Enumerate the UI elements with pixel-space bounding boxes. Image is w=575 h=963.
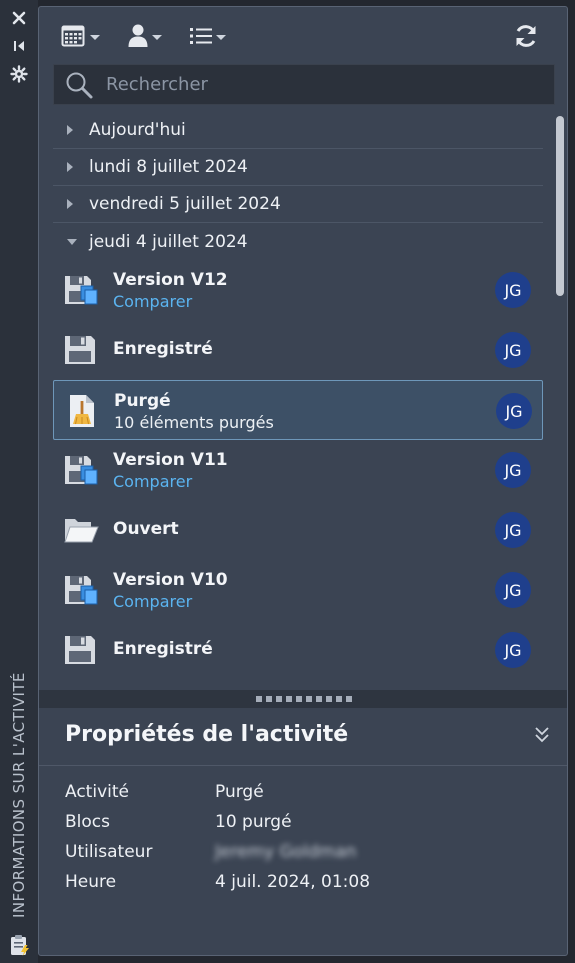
user-avatar: JG bbox=[495, 332, 531, 368]
date-group-2024-07-08[interactable]: lundi 8 juillet 2024 bbox=[53, 149, 543, 186]
date-group-2024-07-04[interactable]: jeudi 4 juillet 2024 bbox=[53, 223, 543, 260]
properties-header: Propriétés de l'activité bbox=[39, 708, 567, 766]
property-row-time: Heure 4 juil. 2024, 01:08 bbox=[65, 867, 545, 897]
property-row-user: Utilisateur Jeremy Goldman bbox=[65, 837, 545, 867]
activity-title: Enregistré bbox=[113, 639, 213, 659]
activity-list: Aujourd'hui lundi 8 juillet 2024 vendred… bbox=[39, 112, 553, 690]
property-value: Purgé bbox=[215, 782, 264, 802]
open-folder-icon bbox=[64, 519, 99, 543]
property-value-user-name: Jeremy Goldman bbox=[215, 842, 357, 862]
user-avatar: JG bbox=[495, 272, 531, 308]
property-value: 10 purgé bbox=[215, 812, 292, 832]
activity-title: Ouvert bbox=[113, 519, 179, 539]
user-avatar: JG bbox=[495, 512, 531, 548]
property-key: Utilisateur bbox=[65, 842, 153, 862]
date-group-label: jeudi 4 juillet 2024 bbox=[89, 231, 248, 252]
user-avatar: JG bbox=[495, 572, 531, 608]
expand-arrow-icon bbox=[53, 125, 73, 135]
activity-title: Enregistré bbox=[113, 339, 213, 359]
property-key: Activité bbox=[65, 782, 129, 802]
property-value: 4 juil. 2024, 01:08 bbox=[215, 872, 371, 892]
palette-side-strip: INFORMATIONS SUR L'ACTIVITÉ bbox=[0, 0, 38, 963]
collapse-panel-icon[interactable] bbox=[9, 36, 29, 56]
collapse-arrow-icon bbox=[53, 238, 77, 245]
expand-arrow-icon bbox=[53, 162, 73, 172]
clipboard-activity-icon[interactable] bbox=[8, 933, 32, 957]
palette-vertical-title: INFORMATIONS SUR L'ACTIVITÉ bbox=[10, 672, 28, 918]
save-icon bbox=[65, 336, 95, 364]
settings-gear-icon[interactable] bbox=[9, 64, 29, 84]
activity-type-filter-button[interactable] bbox=[189, 21, 226, 51]
panel-splitter-handle[interactable] bbox=[39, 690, 567, 708]
date-group-2024-07-05[interactable]: vendredi 5 juillet 2024 bbox=[53, 186, 543, 223]
list-icon bbox=[190, 28, 212, 44]
save-version-icon bbox=[65, 576, 98, 605]
user-avatar: JG bbox=[495, 452, 531, 488]
date-group-today[interactable]: Aujourd'hui bbox=[53, 112, 543, 149]
chevron-down-icon bbox=[90, 34, 100, 40]
activity-title: Purgé bbox=[114, 391, 171, 411]
date-filter-button[interactable] bbox=[61, 21, 100, 51]
save-version-icon bbox=[65, 456, 98, 485]
user-icon bbox=[128, 24, 148, 47]
activity-item-version-v11[interactable]: Version V11 Comparer JG bbox=[53, 440, 543, 500]
date-group-label: lundi 8 juillet 2024 bbox=[89, 157, 248, 177]
properties-title: Propriétés de l'activité bbox=[65, 722, 349, 747]
search-icon bbox=[66, 72, 93, 98]
close-icon[interactable] bbox=[9, 8, 29, 28]
activity-item-saved[interactable]: Enregistré JG bbox=[53, 320, 543, 380]
activity-item-version-v12[interactable]: Version V12 Comparer JG bbox=[53, 260, 543, 320]
activity-insights-panel: Aujourd'hui lundi 8 juillet 2024 vendred… bbox=[38, 6, 568, 956]
property-key: Heure bbox=[65, 872, 117, 892]
purge-icon bbox=[70, 395, 94, 427]
compare-link[interactable]: Comparer bbox=[113, 292, 192, 311]
activity-item-version-v10[interactable]: Version V10 Comparer JG bbox=[53, 560, 543, 620]
chevron-down-icon bbox=[152, 34, 162, 40]
user-avatar: JG bbox=[495, 632, 531, 668]
search-input[interactable] bbox=[94, 65, 554, 104]
save-icon bbox=[65, 636, 95, 664]
activity-detail: 10 éléments purgés bbox=[114, 413, 274, 432]
date-group-label: Aujourd'hui bbox=[89, 120, 186, 140]
property-row-activity: Activité Purgé bbox=[65, 777, 545, 807]
refresh-button[interactable] bbox=[513, 21, 539, 51]
save-version-icon bbox=[65, 276, 98, 305]
user-avatar: JG bbox=[496, 393, 532, 429]
properties-table: Activité Purgé Blocs 10 purgé Utilisateu… bbox=[65, 777, 545, 897]
activity-title: Version V10 bbox=[113, 570, 228, 590]
compare-link[interactable]: Comparer bbox=[113, 472, 192, 491]
expand-arrow-icon bbox=[53, 199, 73, 209]
date-group-label: vendredi 5 juillet 2024 bbox=[89, 194, 281, 214]
calendar-icon bbox=[61, 25, 85, 47]
activity-item-purged[interactable]: Purgé 10 éléments purgés JG bbox=[53, 380, 543, 440]
compare-link[interactable]: Comparer bbox=[113, 592, 192, 611]
collapse-chevron-icon[interactable] bbox=[533, 724, 551, 746]
property-row-blocks: Blocs 10 purgé bbox=[65, 807, 545, 837]
vertical-scrollbar[interactable] bbox=[556, 112, 564, 690]
scrollbar-thumb[interactable] bbox=[556, 116, 564, 296]
toolbar bbox=[39, 7, 567, 65]
activity-title: Version V12 bbox=[113, 270, 228, 290]
activity-item-opened[interactable]: Ouvert JG bbox=[53, 500, 543, 560]
property-key: Blocs bbox=[65, 812, 110, 832]
activity-title: Version V11 bbox=[113, 450, 228, 470]
activity-item-saved[interactable]: Enregistré JG bbox=[53, 620, 543, 680]
chevron-down-icon bbox=[216, 34, 226, 40]
search-box bbox=[53, 64, 555, 105]
user-filter-button[interactable] bbox=[127, 21, 162, 51]
refresh-icon bbox=[516, 25, 536, 47]
